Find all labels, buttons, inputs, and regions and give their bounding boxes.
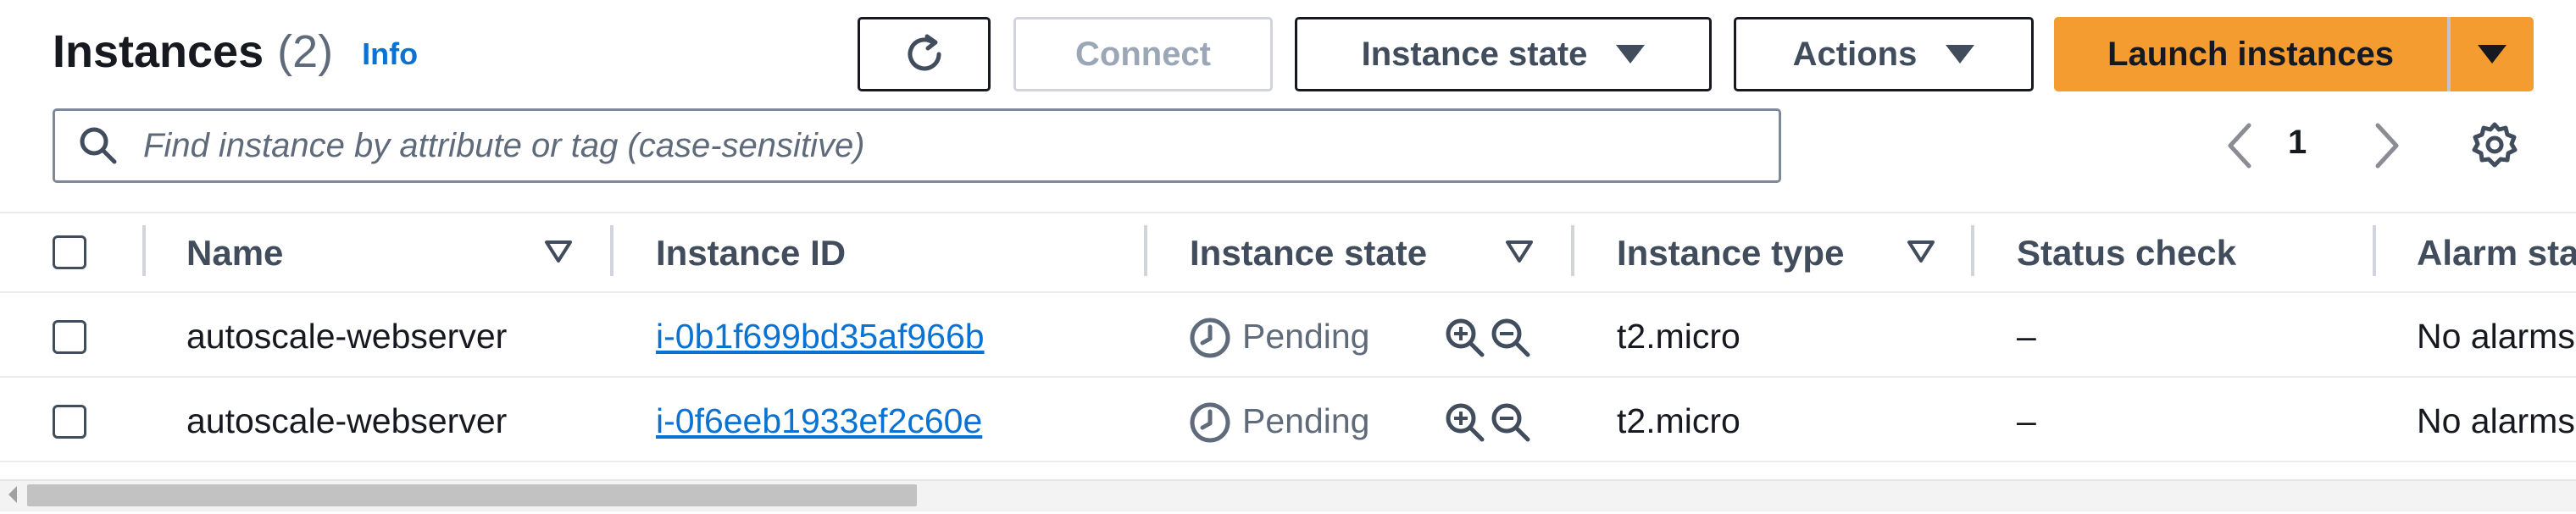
column-header-instance-type[interactable]: Instance type: [1617, 233, 1844, 274]
connect-label: Connect: [1075, 35, 1211, 73]
column-divider: [610, 225, 613, 276]
alarm-status-wrap: No alarms: [2417, 317, 2576, 356]
connect-button[interactable]: Connect: [1013, 17, 1273, 91]
column-divider: [142, 225, 146, 276]
status-check: –: [2017, 317, 2036, 356]
instance-state-dropdown[interactable]: Instance state: [1295, 17, 1712, 91]
column-header-alarm-status[interactable]: Alarm status: [2417, 233, 2576, 273]
zoom-in-icon[interactable]: [1444, 401, 1486, 444]
zoom-out-icon[interactable]: [1490, 317, 1532, 359]
launch-instances-label: Launch instances: [2107, 35, 2394, 73]
select-all-checkbox[interactable]: [53, 235, 86, 269]
search-field[interactable]: [53, 108, 1781, 183]
instance-id-link[interactable]: i-0f6eeb1933ef2c60e: [656, 401, 982, 441]
caret-down-icon: [2478, 45, 2507, 64]
row-checkbox[interactable]: [53, 405, 86, 439]
caret-down-icon: [1616, 45, 1646, 64]
instance-state-status: Pending: [1242, 401, 1370, 440]
instance-id-link[interactable]: i-0b1f699bd35af966b: [656, 317, 985, 356]
zoom-out-icon[interactable]: [1490, 401, 1532, 444]
status-check: –: [2017, 401, 2036, 440]
actions-dropdown[interactable]: Actions: [1734, 17, 2034, 91]
info-link[interactable]: Info: [362, 36, 418, 72]
page-header: Instances (2) Info: [53, 22, 418, 81]
page-title: Instances: [53, 26, 264, 77]
column-header-status-check[interactable]: Status check: [2017, 233, 2236, 274]
chevron-right-icon: [2375, 123, 2399, 169]
column-divider: [1144, 225, 1147, 276]
alarm-status: No alarms: [2417, 401, 2575, 440]
actions-label: Actions: [1792, 35, 1918, 73]
instance-state-status: Pending: [1242, 317, 1370, 356]
zoom-in-icon[interactable]: [1444, 317, 1486, 359]
search-input[interactable]: [142, 125, 1713, 166]
preferences-button[interactable]: [2470, 120, 2519, 174]
column-divider: [2373, 225, 2376, 276]
alarm-status-wrap: No alarms: [2417, 401, 2576, 441]
row-checkbox[interactable]: [53, 320, 86, 354]
instance-type: t2.micro: [1617, 317, 1740, 356]
previous-page-button[interactable]: [2215, 119, 2266, 173]
current-page[interactable]: 1: [2288, 124, 2307, 162]
instance-count: (2): [277, 26, 334, 77]
column-header-instance-state[interactable]: Instance state: [1190, 233, 1427, 274]
launch-options-dropdown[interactable]: [2451, 17, 2534, 91]
column-header-name[interactable]: Name: [186, 233, 283, 274]
search-icon: [80, 127, 117, 164]
refresh-icon: [908, 34, 941, 71]
scroll-left-arrow-icon[interactable]: [8, 486, 17, 503]
sort-icon[interactable]: [544, 240, 573, 263]
alarm-status: No alarms: [2417, 317, 2575, 356]
column-header-instance-id[interactable]: Instance ID: [656, 233, 846, 274]
gear-icon: [2472, 122, 2518, 168]
column-divider: [1571, 225, 1574, 276]
clock-icon: [1190, 318, 1230, 358]
instance-name: autoscale-webserver: [186, 401, 508, 440]
sort-icon[interactable]: [1505, 240, 1534, 263]
column-header-alarm-status-wrap: Alarm status: [2417, 233, 2576, 274]
refresh-button[interactable]: [858, 17, 991, 91]
next-page-button[interactable]: [2361, 119, 2412, 173]
launch-instances-button[interactable]: Launch instances: [2054, 17, 2447, 91]
column-divider: [1971, 225, 1974, 276]
sort-icon[interactable]: [1907, 240, 1935, 263]
instance-name: autoscale-webserver: [186, 317, 508, 356]
chevron-left-icon: [2228, 123, 2251, 169]
caret-down-icon: [1946, 45, 1975, 64]
clock-icon: [1190, 402, 1230, 443]
scrollbar-thumb[interactable]: [27, 484, 917, 506]
instance-type: t2.micro: [1617, 401, 1740, 440]
instance-state-label: Instance state: [1361, 35, 1588, 73]
